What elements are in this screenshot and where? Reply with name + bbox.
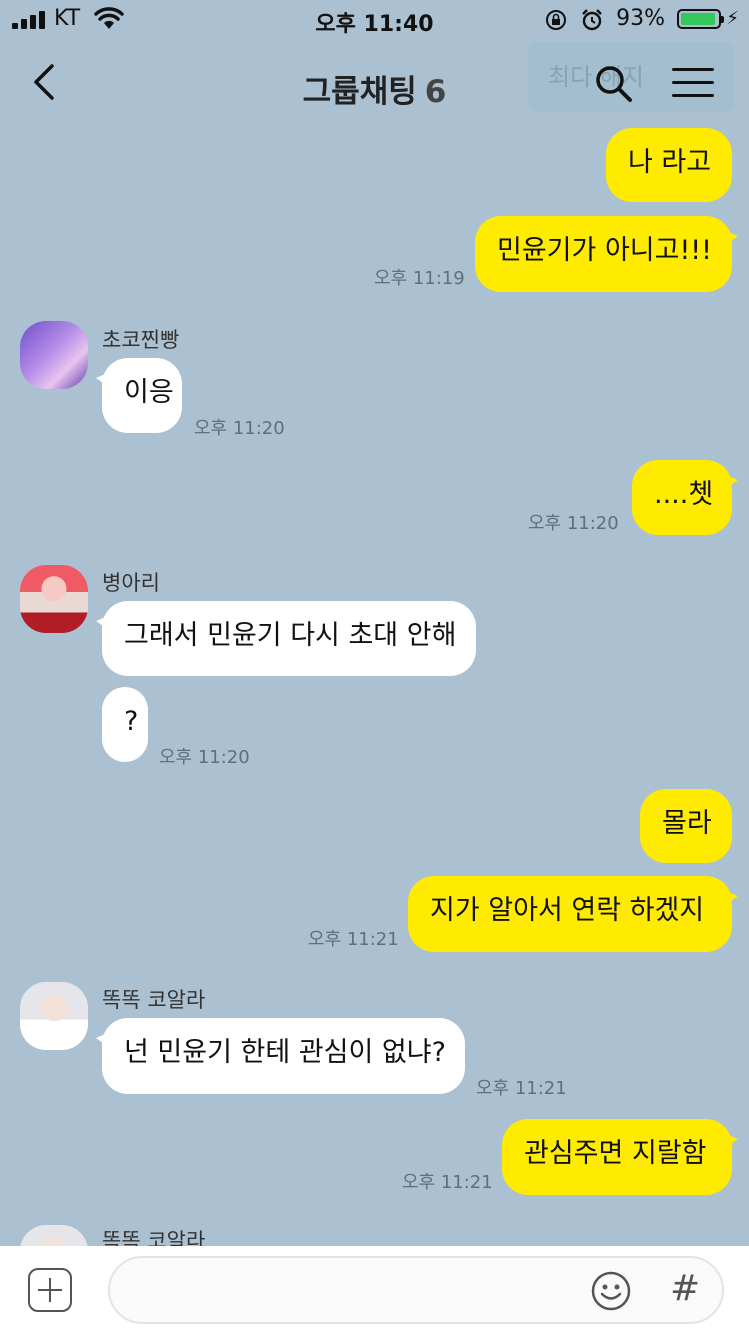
- rotation-lock-icon: [546, 10, 566, 30]
- page-title: 그룹채팅 6: [0, 66, 749, 111]
- chat-title: 그룹채팅: [302, 74, 417, 110]
- message-time: 오후 11:21: [308, 929, 399, 950]
- message-bubble-mine[interactable]: 나 라고: [606, 128, 732, 202]
- message-time: 오후 11:21: [476, 1078, 567, 1099]
- message-bubble-mine[interactable]: ....쳇: [632, 460, 738, 535]
- hashtag-icon[interactable]: #: [670, 1268, 700, 1309]
- sender-name: 초코찐빵: [102, 328, 180, 352]
- message-time: 오후 11:21: [402, 1172, 493, 1193]
- sender-name: 똑똑 코알라: [102, 988, 206, 1012]
- emoji-icon[interactable]: [590, 1270, 632, 1312]
- battery-icon: [677, 9, 724, 29]
- input-bar: #: [0, 1246, 749, 1334]
- message-time: 오후 11:20: [528, 513, 619, 534]
- avatar[interactable]: [20, 565, 88, 633]
- message-bubble-theirs[interactable]: 넌 민윤기 한테 관심이 없냐?: [96, 1018, 465, 1094]
- charging-icon: ⚡: [726, 8, 739, 29]
- alarm-icon: [582, 9, 602, 31]
- chat-header: 그룹채팅 6: [0, 40, 749, 128]
- message-bubble-theirs[interactable]: ?: [102, 687, 148, 762]
- sender-name: 병아리: [102, 571, 160, 595]
- message-time: 오후 11:20: [194, 418, 285, 439]
- menu-icon[interactable]: [672, 68, 714, 107]
- add-attachment-button[interactable]: [28, 1268, 72, 1312]
- status-bar: KT 오후 11:40 93% ⚡: [0, 0, 749, 40]
- battery-percent: 93%: [616, 6, 665, 31]
- message-bubble-mine[interactable]: 몰라: [640, 789, 732, 863]
- message-time: 오후 11:19: [374, 268, 465, 289]
- message-bubble-theirs[interactable]: 그래서 민윤기 다시 초대 안해: [96, 601, 476, 676]
- message-bubble-mine[interactable]: 지가 알아서 연락 하겠지: [408, 876, 738, 952]
- avatar[interactable]: [20, 321, 88, 389]
- member-count: 6: [424, 74, 447, 110]
- message-bubble-mine[interactable]: 민윤기가 아니고!!!: [475, 216, 738, 292]
- avatar[interactable]: [20, 982, 88, 1050]
- message-time: 오후 11:20: [159, 747, 250, 768]
- search-icon[interactable]: [594, 64, 634, 104]
- message-bubble-mine[interactable]: 관심주면 지랄함: [502, 1119, 738, 1195]
- message-bubble-theirs[interactable]: 이응: [96, 358, 182, 433]
